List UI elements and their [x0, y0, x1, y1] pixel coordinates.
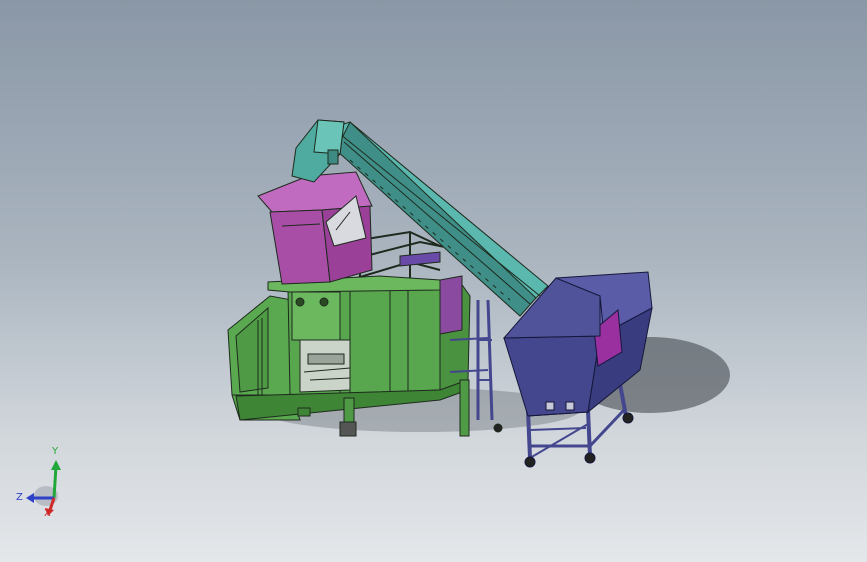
cad-viewport[interactable]: Y Z X	[0, 0, 867, 562]
x-axis-label: X	[44, 508, 51, 519]
y-axis-arrow-icon	[51, 460, 61, 470]
frame-leg	[459, 379, 470, 437]
orientation-triad[interactable]: Y Z X	[14, 442, 74, 522]
machine-3d-model[interactable]	[0, 0, 867, 562]
y-axis-label: Y	[51, 446, 59, 457]
frame-leg	[343, 397, 355, 423]
y-axis	[52, 465, 58, 499]
z-axis-label: Z	[16, 492, 23, 503]
feed-hopper	[257, 171, 373, 285]
z-axis-arrow-icon	[26, 493, 34, 503]
